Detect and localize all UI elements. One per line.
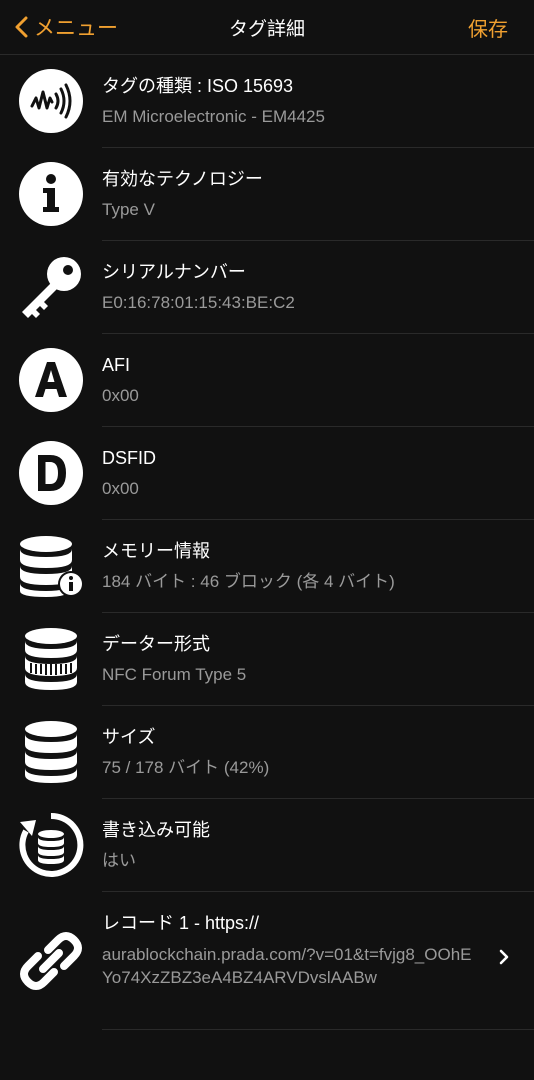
list-item-technology: 有効なテクノロジー Type V [0, 148, 534, 241]
row-value: NFC Forum Type 5 [102, 665, 247, 684]
row-title: サイズ [102, 727, 156, 747]
row-title: AFI [102, 355, 131, 375]
database-format-icon [18, 626, 84, 692]
key-icon [18, 254, 84, 320]
save-button[interactable]: 保存 [468, 0, 508, 54]
row-value: E0:16:78:01:15:43:BE:C2 [102, 293, 295, 312]
row-title: データー形式 [102, 634, 210, 654]
list-item-afi: AFI 0x00 [0, 334, 534, 427]
row-title: タグの種類 : ISO 15693 [102, 76, 294, 96]
row-value: 184 バイト : 46 ブロック (各 4 バイト) [102, 572, 395, 591]
list-item-dsfid: DSFID 0x00 [0, 427, 534, 520]
database-icon [18, 719, 84, 785]
row-value: aurablockchain.prada.com/?v=01&t=fvjg8_O… [102, 945, 472, 987]
list-item-serial-number: シリアルナンバー E0:16:78:01:15:43:BE:C2 [0, 241, 534, 334]
row-value: はい [102, 851, 136, 870]
list-item-memory-info: メモリー情報 184 バイト : 46 ブロック (各 4 バイト) [0, 520, 534, 613]
row-value: 0x00 [102, 386, 139, 405]
divider [102, 1029, 534, 1030]
list-item-size: サイズ 75 / 178 バイト (42%) [0, 706, 534, 799]
chevron-left-icon [15, 16, 28, 38]
list-item-writable: 書き込み可能 はい [0, 799, 534, 892]
letter-d-icon [18, 440, 84, 506]
info-icon [18, 161, 84, 227]
list-item-record-1[interactable]: レコード 1 - https:// aurablockchain.prada.c… [0, 892, 534, 1030]
list-item-tag-type: タグの種類 : ISO 15693 EM Microelectronic - E… [0, 55, 534, 148]
database-refresh-icon [18, 812, 84, 878]
row-value: 0x00 [102, 479, 139, 498]
row-value: Type V [102, 200, 155, 219]
row-title: 有効なテクノロジー [102, 169, 263, 189]
list-item-data-format: データー形式 NFC Forum Type 5 [0, 613, 534, 706]
page-title: タグ詳細 [228, 18, 305, 40]
back-label: メニュー [34, 17, 118, 40]
back-button[interactable]: メニュー [14, 0, 118, 54]
database-info-icon [18, 533, 84, 599]
row-title: メモリー情報 [102, 541, 210, 561]
letter-a-icon [18, 347, 84, 413]
navigation-bar: メニュー タグ詳細 保存 [0, 0, 534, 55]
row-title: レコード 1 - https:// [102, 913, 260, 933]
tag-detail-list: タグの種類 : ISO 15693 EM Microelectronic - E… [0, 55, 534, 1030]
row-title: DSFID [102, 448, 156, 468]
chevron-right-icon [499, 949, 509, 965]
nfc-wave-icon [18, 68, 84, 134]
link-icon [18, 928, 84, 994]
row-value: 75 / 178 バイト (42%) [102, 758, 270, 777]
row-title: 書き込み可能 [102, 820, 210, 840]
row-value: EM Microelectronic - EM4425 [102, 107, 325, 126]
row-title: シリアルナンバー [102, 262, 246, 282]
